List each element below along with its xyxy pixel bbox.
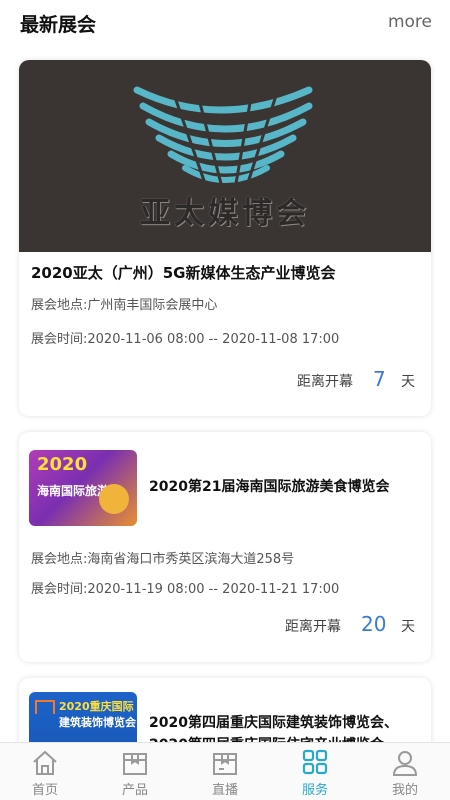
service-grid-icon — [302, 749, 328, 775]
exhibition-time: 展会时间:2020-11-06 08:00 -- 2020-11-08 17:0… — [31, 332, 340, 347]
home-icon — [33, 750, 57, 775]
exhibition-card[interactable]: 2020 海南国际旅游 2020第21届海南国际旅游美食博览会 展会地点:海南省… — [19, 432, 431, 662]
thumb-caption: 2020重庆国际 — [59, 700, 134, 713]
more-link[interactable]: more — [388, 12, 432, 32]
building-logo-icon — [35, 700, 55, 714]
live-box-icon — [213, 753, 237, 775]
tab-profile[interactable]: 我的 — [360, 743, 450, 800]
profile-icon — [392, 751, 418, 776]
tab-home[interactable]: 首页 — [0, 743, 90, 800]
tab-live[interactable]: 直播 — [180, 743, 270, 800]
countdown-unit: 天 — [401, 619, 415, 635]
tab-label: 首页 — [31, 783, 58, 798]
thumb-caption: 建筑装饰博览会 — [59, 716, 136, 729]
exhibition-card[interactable]: 亚太媒博会 2020亚太（广州）5G新媒体生态产业博览会 展会地点:广州南丰国际… — [19, 60, 431, 416]
tab-label: 我的 — [391, 783, 418, 798]
tab-products[interactable]: 产品 — [90, 743, 180, 800]
bottom-tab-bar: 首页 产品 直播 服务 我的 — [0, 742, 450, 800]
countdown-label: 距离开幕 — [297, 374, 353, 390]
exhibition-title: 2020第21届海南国际旅游美食博览会 — [149, 479, 390, 495]
section-title: 最新展会 — [20, 14, 97, 36]
thumb-year: 2020 — [37, 454, 88, 475]
product-box-icon — [123, 753, 147, 775]
tab-label: 服务 — [301, 783, 328, 798]
exhibition-title-line: 2020第四届重庆国际建筑装饰博览会、 — [149, 715, 398, 731]
exhibition-banner: 亚太媒博会 — [19, 60, 431, 252]
countdown-label: 距离开幕 — [285, 619, 341, 635]
tab-label: 产品 — [121, 783, 148, 798]
countdown-days: 20 — [361, 612, 387, 636]
exhibition-thumbnail: 2020 海南国际旅游 — [29, 450, 137, 526]
tab-services[interactable]: 服务 — [270, 743, 360, 800]
countdown-days: 7 — [373, 367, 386, 391]
exhibition-location: 展会地点:海南省海口市秀英区滨海大道258号 — [31, 552, 295, 567]
exhibition-location: 展会地点:广州南丰国际会展中心 — [31, 298, 218, 313]
exhibition-title: 2020亚太（广州）5G新媒体生态产业博览会 — [31, 264, 336, 282]
exhibition-time: 展会时间:2020-11-19 08:00 -- 2020-11-21 17:0… — [31, 582, 340, 597]
tab-label: 直播 — [211, 783, 238, 798]
banner-logo-text: 亚太媒博会 — [140, 196, 310, 231]
section-header: 最新展会 more — [0, 0, 450, 46]
countdown-unit: 天 — [401, 374, 415, 390]
food-graphic-icon — [99, 484, 129, 514]
